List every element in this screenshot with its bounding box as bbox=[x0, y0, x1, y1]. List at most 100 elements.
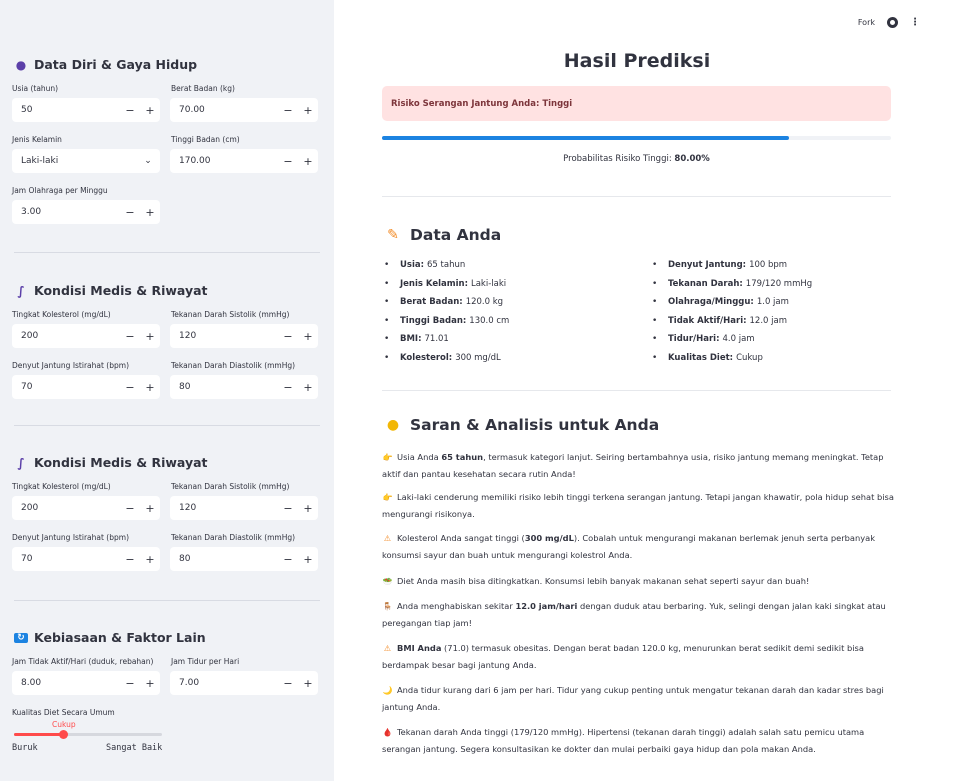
cholesterol-input[interactable]: 200 − + bbox=[12, 324, 160, 348]
decrement-button[interactable]: − bbox=[278, 553, 298, 566]
advice-section-title: Saran & Analisis untuk Anda bbox=[410, 416, 660, 434]
data-list-item: Tekanan Darah:179/120 mmHg bbox=[652, 275, 812, 294]
cholesterol-input[interactable]: 200 − + bbox=[12, 496, 160, 520]
decrement-button[interactable]: − bbox=[120, 104, 140, 117]
data-list-item: Olahraga/Minggu:1.0 jam bbox=[652, 293, 812, 312]
decrement-button[interactable]: − bbox=[278, 155, 298, 168]
height-input[interactable]: 170.00 − + bbox=[170, 149, 318, 173]
increment-button[interactable]: + bbox=[140, 206, 160, 219]
chevron-down-icon[interactable]: ⌄ bbox=[136, 156, 160, 166]
decrement-button[interactable]: − bbox=[278, 381, 298, 394]
decrement-button[interactable]: − bbox=[120, 330, 140, 343]
data-list-item: Jenis Kelamin:Laki-laki bbox=[384, 275, 509, 294]
exercise-input[interactable]: 3.00 − + bbox=[12, 200, 160, 224]
weight-label: Berat Badan (kg) bbox=[171, 84, 235, 93]
cholesterol-value[interactable]: 200 bbox=[12, 331, 120, 341]
increment-button[interactable]: + bbox=[298, 677, 318, 690]
gender-label: Jenis Kelamin bbox=[12, 135, 62, 144]
divider bbox=[14, 600, 320, 601]
data-item-key: Tinggi Badan: bbox=[400, 315, 467, 326]
advice-paragraph: 👉 Usia Anda 65 tahun, termasuk kategori l… bbox=[382, 449, 902, 482]
increment-button[interactable]: + bbox=[140, 677, 160, 690]
systolic-value[interactable]: 120 bbox=[170, 331, 278, 341]
probability-value: 80.00% bbox=[674, 154, 710, 164]
diastolic-input[interactable]: 80 − + bbox=[170, 375, 318, 399]
systolic-label: Tekanan Darah Sistolik (mmHg) bbox=[171, 482, 290, 491]
data-item-key: Tidur/Hari: bbox=[668, 334, 720, 345]
heart-rate-input[interactable]: 70 − + bbox=[12, 375, 160, 399]
systolic-value[interactable]: 120 bbox=[170, 503, 278, 513]
increment-button[interactable]: + bbox=[298, 155, 318, 168]
decrement-button[interactable]: − bbox=[278, 677, 298, 690]
systolic-input[interactable]: 120 − + bbox=[170, 496, 318, 520]
age-input[interactable]: 50 − + bbox=[12, 98, 160, 122]
sidebar: ● Data Diri & Gaya Hidup Usia (tahun) 50… bbox=[0, 0, 334, 781]
systolic-input[interactable]: 120 − + bbox=[170, 324, 318, 348]
advice-paragraph: 🪑 Anda menghabiskan sekitar 12.0 jam/hari… bbox=[382, 598, 902, 631]
probability-text: Probabilitas Risiko Tinggi: 80.00% bbox=[382, 154, 891, 164]
sleep-input[interactable]: 7.00 − + bbox=[170, 671, 318, 695]
decrement-button[interactable]: − bbox=[278, 330, 298, 343]
heart-rate-label: Denyut Jantung Istirahat (bpm) bbox=[12, 361, 129, 370]
increment-button[interactable]: + bbox=[298, 502, 318, 515]
sedentary-value[interactable]: 8.00 bbox=[12, 678, 120, 688]
increment-button[interactable]: + bbox=[140, 330, 160, 343]
advice-icon: 🩸 bbox=[382, 728, 393, 737]
decrement-button[interactable]: − bbox=[120, 677, 140, 690]
data-item-value: 179/120 mmHg bbox=[745, 278, 813, 289]
advice-text: (71.0) termasuk obesitas. Dengan berat b… bbox=[382, 643, 864, 670]
data-item-value: 4.0 jam bbox=[722, 334, 755, 345]
increment-button[interactable]: + bbox=[298, 330, 318, 343]
risk-alert: Risiko Serangan Jantung Anda: Tinggi bbox=[382, 86, 891, 121]
increment-button[interactable]: + bbox=[140, 502, 160, 515]
diastolic-input[interactable]: 80 − + bbox=[170, 547, 318, 571]
divider bbox=[14, 252, 320, 253]
section-header-habits: ↻ Kebiasaan & Faktor Lain bbox=[14, 630, 206, 645]
divider bbox=[14, 425, 320, 426]
data-item-value: 1.0 jam bbox=[756, 297, 789, 308]
increment-button[interactable]: + bbox=[298, 381, 318, 394]
decrement-button[interactable]: − bbox=[120, 206, 140, 219]
decrement-button[interactable]: − bbox=[120, 502, 140, 515]
advice-icon: 👉 bbox=[382, 453, 393, 462]
sleep-value[interactable]: 7.00 bbox=[170, 678, 278, 688]
data-item-value: 120.0 kg bbox=[465, 297, 504, 308]
age-value[interactable]: 50 bbox=[12, 105, 120, 115]
advice-icon: 🥗 bbox=[382, 577, 393, 586]
advice-section-header: ● Saran & Analisis untuk Anda bbox=[384, 416, 659, 434]
heart-rate-value[interactable]: 70 bbox=[12, 382, 120, 392]
diastolic-value[interactable]: 80 bbox=[170, 554, 278, 564]
height-value[interactable]: 170.00 bbox=[170, 156, 278, 166]
diastolic-value[interactable]: 80 bbox=[170, 382, 278, 392]
sedentary-input[interactable]: 8.00 − + bbox=[12, 671, 160, 695]
decrement-button[interactable]: − bbox=[278, 502, 298, 515]
gender-value[interactable]: Laki-laki bbox=[12, 156, 136, 166]
data-list-item: Tinggi Badan:130.0 cm bbox=[384, 312, 509, 331]
advice-text: Tekanan darah Anda tinggi (179/120 mmHg)… bbox=[382, 727, 865, 754]
heart-rate-input[interactable]: 70 − + bbox=[12, 547, 160, 571]
stethoscope-icon: ∫ bbox=[17, 455, 25, 470]
advice-text: Kolesterol Anda sangat tinggi ( bbox=[397, 533, 525, 543]
diet-min-label: Buruk bbox=[12, 743, 38, 753]
data-item-key: Kualitas Diet: bbox=[668, 352, 734, 363]
decrement-button[interactable]: − bbox=[278, 104, 298, 117]
gender-select[interactable]: Laki-laki ⌄ bbox=[12, 149, 160, 173]
advice-text: Laki-laki cenderung memiliki risiko lebi… bbox=[382, 492, 894, 519]
data-item-value: Cukup bbox=[736, 352, 763, 363]
decrement-button[interactable]: − bbox=[120, 381, 140, 394]
increment-button[interactable]: + bbox=[298, 104, 318, 117]
advice-emphasis: BMI Anda bbox=[397, 643, 442, 653]
increment-button[interactable]: + bbox=[140, 104, 160, 117]
exercise-value[interactable]: 3.00 bbox=[12, 207, 120, 217]
decrement-button[interactable]: − bbox=[120, 553, 140, 566]
cholesterol-label: Tingkat Kolesterol (mg/dL) bbox=[12, 310, 111, 319]
diet-slider-thumb[interactable] bbox=[58, 730, 68, 739]
increment-button[interactable]: + bbox=[140, 553, 160, 566]
increment-button[interactable]: + bbox=[140, 381, 160, 394]
cholesterol-value[interactable]: 200 bbox=[12, 503, 120, 513]
heart-rate-value[interactable]: 70 bbox=[12, 554, 120, 564]
advice-paragraph: 👉 Laki-laki cenderung memiliki risiko leb… bbox=[382, 489, 902, 522]
weight-input[interactable]: 70.00 − + bbox=[170, 98, 318, 122]
weight-value[interactable]: 70.00 bbox=[170, 105, 278, 115]
increment-button[interactable]: + bbox=[298, 553, 318, 566]
